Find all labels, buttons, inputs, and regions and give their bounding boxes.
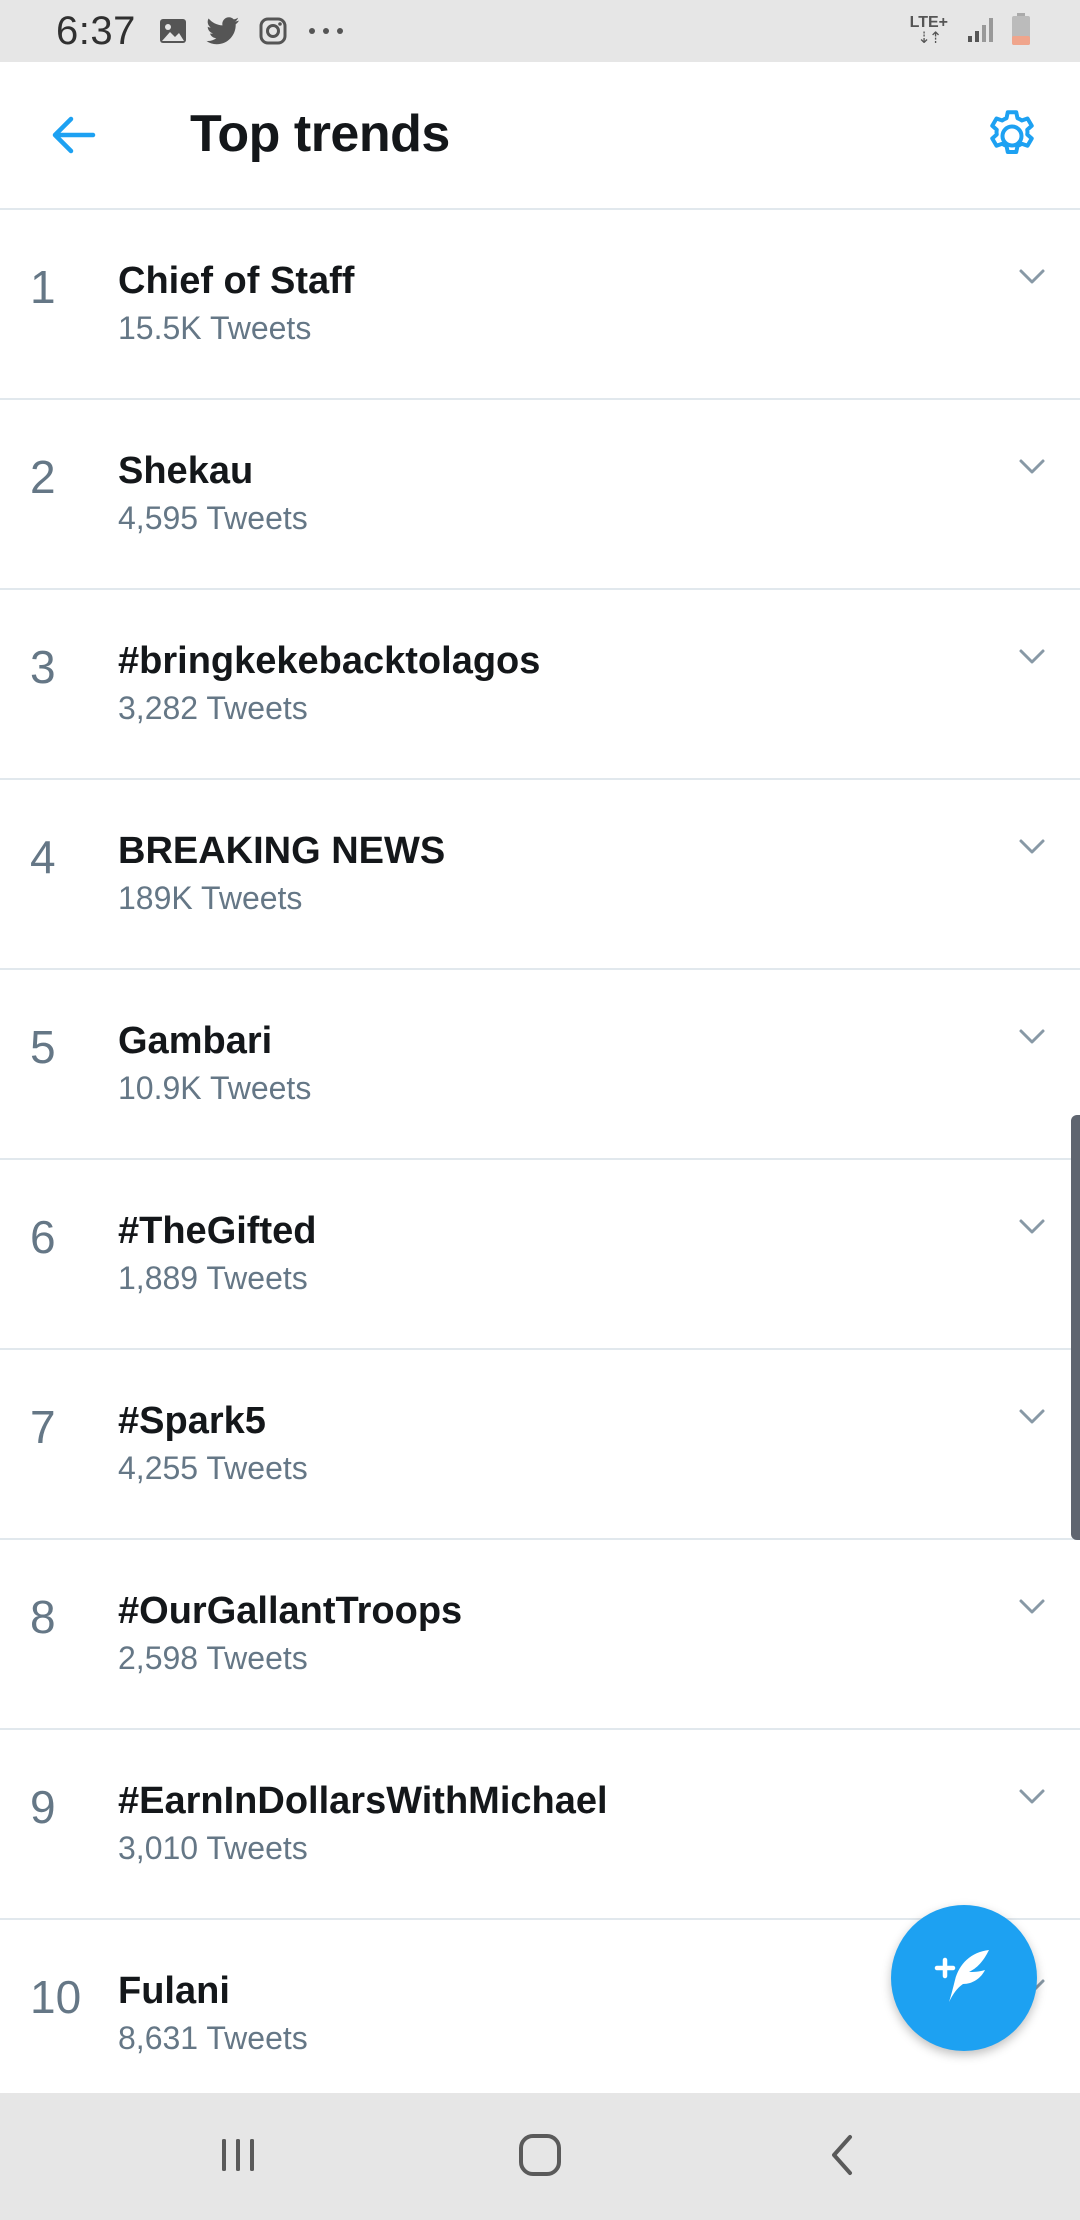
status-time: 6:37	[56, 8, 136, 53]
trend-name[interactable]: Shekau	[118, 450, 253, 493]
gallery-icon	[158, 16, 188, 46]
recents-icon	[216, 2133, 260, 2182]
page-title: Top trends	[190, 105, 450, 163]
trend-row[interactable]: 8 #OurGallantTroops 2,598 Tweets	[0, 1540, 1080, 1730]
trend-row[interactable]: 5 Gambari 10.9K Tweets	[0, 970, 1080, 1160]
trend-rank: 3	[30, 641, 56, 693]
trend-rank: 7	[30, 1401, 56, 1453]
recent-apps-button[interactable]	[200, 2119, 276, 2195]
gear-icon	[982, 106, 1042, 171]
back-button[interactable]	[38, 102, 108, 172]
trend-rank: 1	[30, 261, 56, 313]
status-bar: 6:37 LTE+ ⇣⇡	[0, 0, 1080, 62]
trend-list: 1 Chief of Staff 15.5K Tweets 2 Shekau 4…	[0, 210, 1080, 2110]
more-dots-icon	[306, 26, 346, 36]
trend-name[interactable]: Fulani	[118, 1970, 230, 2013]
trend-rank: 5	[30, 1021, 56, 1073]
chevron-left-icon	[822, 2131, 862, 2184]
trend-name[interactable]: #Spark5	[118, 1400, 266, 1443]
trend-name[interactable]: Gambari	[118, 1020, 272, 1063]
trend-rank: 9	[30, 1781, 56, 1833]
notification-icons	[158, 16, 346, 46]
instagram-icon	[258, 16, 288, 46]
trend-tweet-count: 8,631 Tweets	[118, 2020, 308, 2056]
trend-name[interactable]: #OurGallantTroops	[118, 1590, 462, 1633]
trend-name[interactable]: #bringkekebacktolagos	[118, 640, 540, 683]
lte-indicator: LTE+ ⇣⇡	[910, 15, 948, 47]
trend-row[interactable]: 9 #EarnInDollarsWithMichael 3,010 Tweets	[0, 1730, 1080, 1920]
system-icons: LTE+ ⇣⇡	[910, 12, 1032, 51]
network-type: LTE+	[909, 14, 948, 31]
chevron-down-icon[interactable]	[1012, 1782, 1052, 1812]
system-nav-bar	[0, 2093, 1080, 2220]
arrow-left-icon	[49, 115, 97, 160]
chevron-down-icon[interactable]	[1012, 452, 1052, 482]
trend-tweet-count: 15.5K Tweets	[118, 310, 312, 346]
compose-tweet-icon	[927, 1944, 1001, 2013]
trend-tweet-count: 3,010 Tweets	[118, 1830, 308, 1866]
trend-tweet-count: 4,595 Tweets	[118, 500, 308, 536]
compose-tweet-button[interactable]	[891, 1905, 1037, 2051]
trend-tweet-count: 4,255 Tweets	[118, 1450, 308, 1486]
chevron-down-icon[interactable]	[1012, 642, 1052, 672]
app-screen: 6:37 LTE+ ⇣⇡ Top trends 1 Chief of Staff…	[0, 0, 1080, 2220]
chevron-down-icon[interactable]	[1012, 262, 1052, 292]
trend-rank: 10	[30, 1971, 82, 2023]
trend-tweet-count: 1,889 Tweets	[118, 1260, 308, 1296]
nav-back-button[interactable]	[804, 2119, 880, 2195]
battery-low-icon	[1010, 12, 1032, 51]
app-header: Top trends	[0, 62, 1080, 210]
chevron-down-icon[interactable]	[1012, 832, 1052, 862]
trend-rank: 6	[30, 1211, 56, 1263]
trend-rank: 8	[30, 1591, 56, 1643]
trend-tweet-count: 189K Tweets	[118, 880, 303, 916]
signal-icon	[966, 14, 996, 49]
home-button[interactable]	[502, 2119, 578, 2195]
trend-name[interactable]: #EarnInDollarsWithMichael	[118, 1780, 608, 1823]
trend-rank: 2	[30, 451, 56, 503]
chevron-down-icon[interactable]	[1012, 1022, 1052, 1052]
trend-name[interactable]: BREAKING NEWS	[118, 830, 445, 873]
trend-row[interactable]: 1 Chief of Staff 15.5K Tweets	[0, 210, 1080, 400]
trend-tweet-count: 3,282 Tweets	[118, 690, 308, 726]
trend-tweet-count: 2,598 Tweets	[118, 1640, 308, 1676]
trend-row[interactable]: 3 #bringkekebacktolagos 3,282 Tweets	[0, 590, 1080, 780]
trend-row[interactable]: 7 #Spark5 4,255 Tweets	[0, 1350, 1080, 1540]
data-arrows-icon: ⇣⇡	[917, 30, 942, 47]
trend-row[interactable]: 4 BREAKING NEWS 189K Tweets	[0, 780, 1080, 970]
chevron-down-icon[interactable]	[1012, 1592, 1052, 1622]
chevron-down-icon[interactable]	[1012, 1402, 1052, 1432]
twitter-bird-icon	[206, 17, 240, 45]
home-icon	[516, 2131, 564, 2184]
scrollbar-thumb[interactable]	[1071, 1115, 1080, 1540]
trend-row[interactable]: 2 Shekau 4,595 Tweets	[0, 400, 1080, 590]
trend-name[interactable]: Chief of Staff	[118, 260, 354, 303]
trend-name[interactable]: #TheGifted	[118, 1210, 316, 1253]
settings-button[interactable]	[974, 100, 1050, 176]
trend-row[interactable]: 6 #TheGifted 1,889 Tweets	[0, 1160, 1080, 1350]
chevron-down-icon[interactable]	[1012, 1212, 1052, 1242]
trend-rank: 4	[30, 831, 56, 883]
trend-tweet-count: 10.9K Tweets	[118, 1070, 312, 1106]
